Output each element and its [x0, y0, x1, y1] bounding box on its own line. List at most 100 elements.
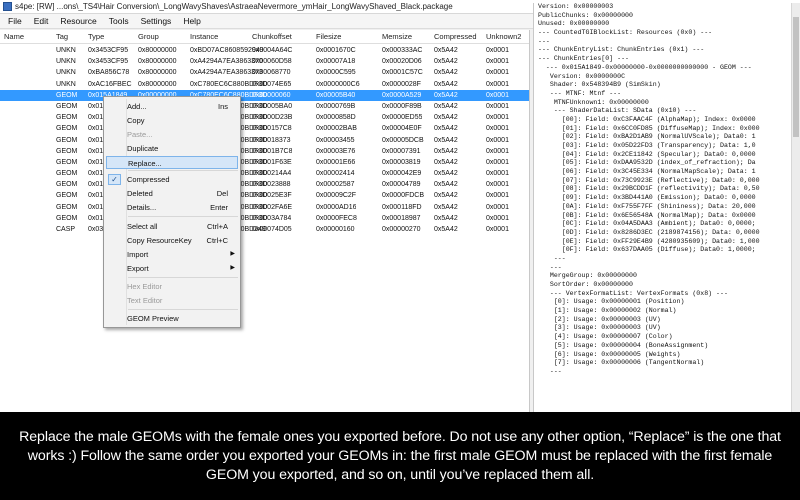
col-group[interactable]: Group	[138, 32, 159, 41]
table-row[interactable]: UNKN 0xAC16FBEC 0x80000000 0xC780EC6C880BDF…	[0, 79, 529, 90]
menu-item-text-editor[interactable]: Text Editor	[106, 294, 238, 307]
menu-item-deleted[interactable]: Deleted Del	[106, 187, 238, 200]
resource-list[interactable]: Name Tag Type Group Instance Chunkoffset…	[0, 30, 530, 412]
col-instance[interactable]: Instance	[190, 32, 218, 41]
col-compressed[interactable]: Compressed	[434, 32, 477, 41]
cell-type: 0x3453CF95	[88, 58, 129, 66]
table-row[interactable]: GEOM0x015A18490x000000000xC780EC6C880BDF…	[0, 157, 529, 168]
cell-filesize: 0x00001E66	[316, 158, 356, 166]
preview-line: ---	[538, 263, 562, 271]
context-menu: Add... Ins Copy Paste... Duplicate Replace...…	[103, 96, 241, 328]
cell-chunkoffset: 0x0004A64C	[252, 47, 293, 54]
preview-text: Version: 0x00000003 PublicChunks: 0x00000…	[534, 3, 800, 377]
cell-tag: GEOM	[56, 147, 78, 155]
table-row[interactable]: UNKN 0xBA856C78 0x80000000 0xA4294A7EA38633…	[0, 67, 529, 78]
table-row[interactable]: UNKN 0x3453CF95 0x80000000 0xA4294A7EA38633…	[0, 56, 529, 67]
table-row[interactable]: GEOM0x015A18490x000000000xC780EC6C880BDF…	[0, 213, 529, 224]
col-tag[interactable]: Tag	[56, 32, 68, 41]
submenu-arrow-icon: ▶	[230, 251, 235, 257]
cell-chunkoffset: 0x00074D05	[252, 226, 292, 233]
menu-item-copy[interactable]: Copy	[106, 114, 238, 127]
table-row[interactable]: GEOM0x015A18490x000000000xC780EC6C880BDF…	[0, 112, 529, 123]
cell-unknown2: 0x0001	[486, 147, 509, 155]
cell-unknown2: 0x0001	[486, 125, 509, 133]
scrollbar-thumb[interactable]	[793, 17, 799, 137]
cell-unknown2: 0x0001	[486, 214, 509, 222]
col-name[interactable]: Name	[4, 32, 24, 41]
menu-item-label: Add...	[127, 102, 147, 111]
preview-line: [3]: Usage: 0x00000003 (UV)	[538, 324, 661, 332]
cell-chunkoffset: 0x00060D58	[252, 58, 292, 66]
col-unknown2[interactable]: Unknown2	[486, 32, 521, 41]
preview-line: [0B]: Field: 0x6E56548A (NormalMap); Dat…	[538, 211, 756, 219]
menu-tools[interactable]: Tools	[103, 16, 135, 26]
cell-chunkoffset: 0x0000D23B	[252, 114, 293, 122]
preview-line: [04]: Field: 0x2CE11842 (Specular); Data…	[538, 150, 756, 158]
preview-line: [5]: Usage: 0x00000004 (BoneAssignment)	[538, 341, 709, 349]
menu-item-shortcut: Ctrl+C	[206, 236, 228, 245]
table-row[interactable]: GEOM0x015A18490x000000000xC780EC6C880BDF…	[0, 202, 529, 213]
cell-compressed: 0x5A42	[434, 136, 458, 144]
table-row[interactable]: GEOM0x015A18490x000000000xC780EC6C880BDF…	[0, 123, 529, 134]
table-row[interactable]: GEOM0x015A18490x000000000xC780EC6C880BDF…	[0, 190, 529, 201]
menu-item-compressed[interactable]: ✓ Compressed	[106, 173, 238, 186]
menu-item-hex-editor[interactable]: Hex Editor	[106, 280, 238, 293]
cell-compressed: 0x5A42	[434, 47, 458, 54]
cell-filesize: 0x00007A18	[316, 58, 356, 66]
cell-unknown2: 0x0001	[486, 80, 509, 88]
menu-item-select-all[interactable]: Select all Ctrl+A	[106, 220, 238, 233]
app-icon	[3, 2, 12, 11]
table-row[interactable]: UNKN 0x3453CF95 0x80000000 0xBD07AC86085929…	[0, 45, 529, 56]
menu-item-duplicate[interactable]: Duplicate	[106, 142, 238, 155]
cell-tag: UNKN	[56, 80, 76, 88]
resource-preview[interactable]: Version: 0x00000003 PublicChunks: 0x00000…	[533, 3, 800, 412]
table-row[interactable]: GEOM0x015A18490x000000000xC780EC6C880BDF…	[0, 101, 529, 112]
cell-group: 0x80000000	[138, 80, 177, 88]
col-chunkoffset[interactable]: Chunkoffset	[252, 32, 292, 41]
menu-item-shortcut: Del	[216, 189, 228, 198]
table-row[interactable]: GEOM0x015A18490x000000000xC780EC6C880BDF…	[0, 168, 529, 179]
preview-line: Shader: 0x548394B9 (SimSkin)	[538, 81, 661, 89]
menu-item-label: Paste...	[127, 130, 153, 139]
preview-line: Version: 0x00000003	[538, 3, 614, 10]
cell-chunkoffset: 0x0002FA6E	[252, 203, 293, 211]
menu-item-paste[interactable]: Paste...	[106, 128, 238, 141]
table-row[interactable]: CASP0x034AEECB0x000000000xC780EC6C880BD2…	[0, 224, 529, 235]
menu-edit[interactable]: Edit	[28, 16, 55, 26]
preview-line: ---	[538, 37, 550, 45]
cell-memsize: 0x0000A529	[382, 91, 422, 99]
menu-file[interactable]: File	[2, 16, 28, 26]
table-row[interactable]: GEOM0x015A18490x000000000xC780EC6C880BDF…	[0, 179, 529, 190]
col-memsize[interactable]: Memsize	[382, 32, 412, 41]
menu-item-export[interactable]: Export ▶	[106, 262, 238, 275]
col-type[interactable]: Type	[88, 32, 104, 41]
table-row[interactable]: GEOM0x015A18490x000000000xC780EC6C880BDF…	[0, 146, 529, 157]
preview-line: SortOrder: 0x00000000	[538, 281, 633, 288]
cell-compressed: 0x5A42	[434, 203, 458, 211]
preview-scrollbar[interactable]	[791, 3, 800, 412]
menu-item-copy-resourcekey[interactable]: Copy ResourceKey Ctrl+C	[106, 234, 238, 247]
menu-item-add[interactable]: Add... Ins	[106, 100, 238, 113]
menu-item-details[interactable]: Details... Enter	[106, 201, 238, 214]
cell-filesize: 0x0000000C6	[316, 80, 360, 88]
col-filesize[interactable]: Filesize	[316, 32, 341, 41]
preview-line: [4]: Usage: 0x00000007 (Color)	[538, 333, 673, 341]
menu-item-label: Text Editor	[127, 296, 163, 305]
menu-resource[interactable]: Resource	[54, 16, 102, 26]
menu-settings[interactable]: Settings	[135, 16, 178, 26]
table-row[interactable]: GEOM0x015A18490x000000000xC780EC6C880BDF…	[0, 89, 529, 101]
cell-unknown2: 0x0001	[486, 192, 509, 200]
cell-memsize: 0x0000028F	[382, 80, 421, 88]
cell-memsize: 0x00020D06	[382, 58, 422, 66]
table-row[interactable]: GEOM0x015A18490x000000000xC780EC6C880BDF…	[0, 135, 529, 146]
cell-memsize: 0x00005DCB	[382, 136, 424, 144]
menu-item-geom-preview[interactable]: GEOM Preview	[106, 312, 238, 325]
resource-rows: UNKN 0x3453CF95 0x80000000 0xBD07AC86085929…	[0, 45, 529, 235]
menu-item-import[interactable]: Import ▶	[106, 248, 238, 261]
preview-line: --- VertexFormatList: VertexFormats (0x8…	[538, 289, 728, 297]
preview-line: [1]: Usage: 0x00000002 (Normal)	[538, 307, 677, 315]
cell-tag: GEOM	[56, 125, 78, 133]
menu-item-replace[interactable]: Replace...	[106, 156, 238, 169]
menu-help[interactable]: Help	[177, 16, 206, 26]
cell-filesize: 0x0000FEC8	[316, 214, 357, 222]
